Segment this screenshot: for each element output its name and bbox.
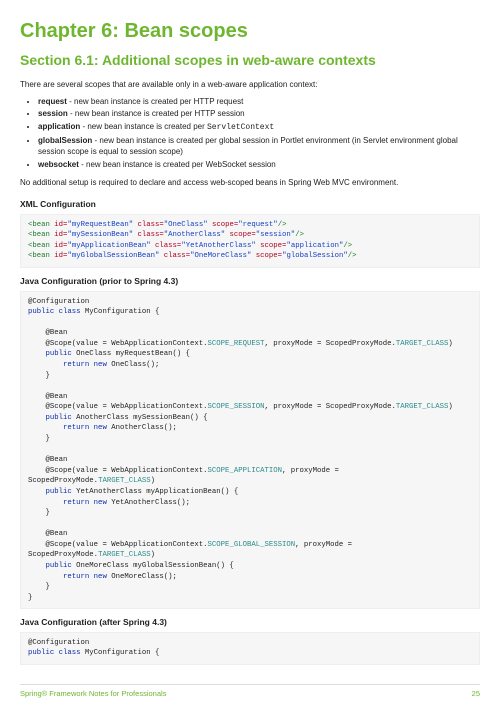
- no-additional-text: No additional setup is required to decla…: [20, 178, 480, 189]
- list-item: globalSession - new bean instance is cre…: [38, 136, 480, 158]
- xml-config-heading: XML Configuration: [20, 199, 480, 210]
- scope-list: request - new bean instance is created p…: [38, 97, 480, 171]
- java-after-heading: Java Configuration (after Spring 4.3): [20, 617, 480, 628]
- page-number: 25: [472, 689, 480, 699]
- section-title: Section 6.1: Additional scopes in web-aw…: [20, 51, 480, 70]
- xml-code-block: <bean id="myRequestBean" class="OneClass…: [20, 214, 480, 268]
- list-item: request - new bean instance is created p…: [38, 97, 480, 108]
- page-footer: Spring® Framework Notes for Professional…: [20, 684, 480, 699]
- page-content: Chapter 6: Bean scopes Section 6.1: Addi…: [0, 0, 500, 699]
- list-item: application - new bean instance is creat…: [38, 122, 480, 134]
- list-item: websocket - new bean instance is created…: [38, 160, 480, 171]
- java43-code-block: @Configuration public class MyConfigurat…: [20, 291, 480, 610]
- chapter-title: Chapter 6: Bean scopes: [20, 18, 480, 45]
- java43-heading: Java Configuration (prior to Spring 4.3): [20, 276, 480, 287]
- java-after-code-block: @Configuration public class MyConfigurat…: [20, 632, 480, 665]
- list-item: session - new bean instance is created p…: [38, 109, 480, 120]
- footer-title: Spring® Framework Notes for Professional…: [20, 689, 166, 699]
- intro-text: There are several scopes that are availa…: [20, 80, 480, 91]
